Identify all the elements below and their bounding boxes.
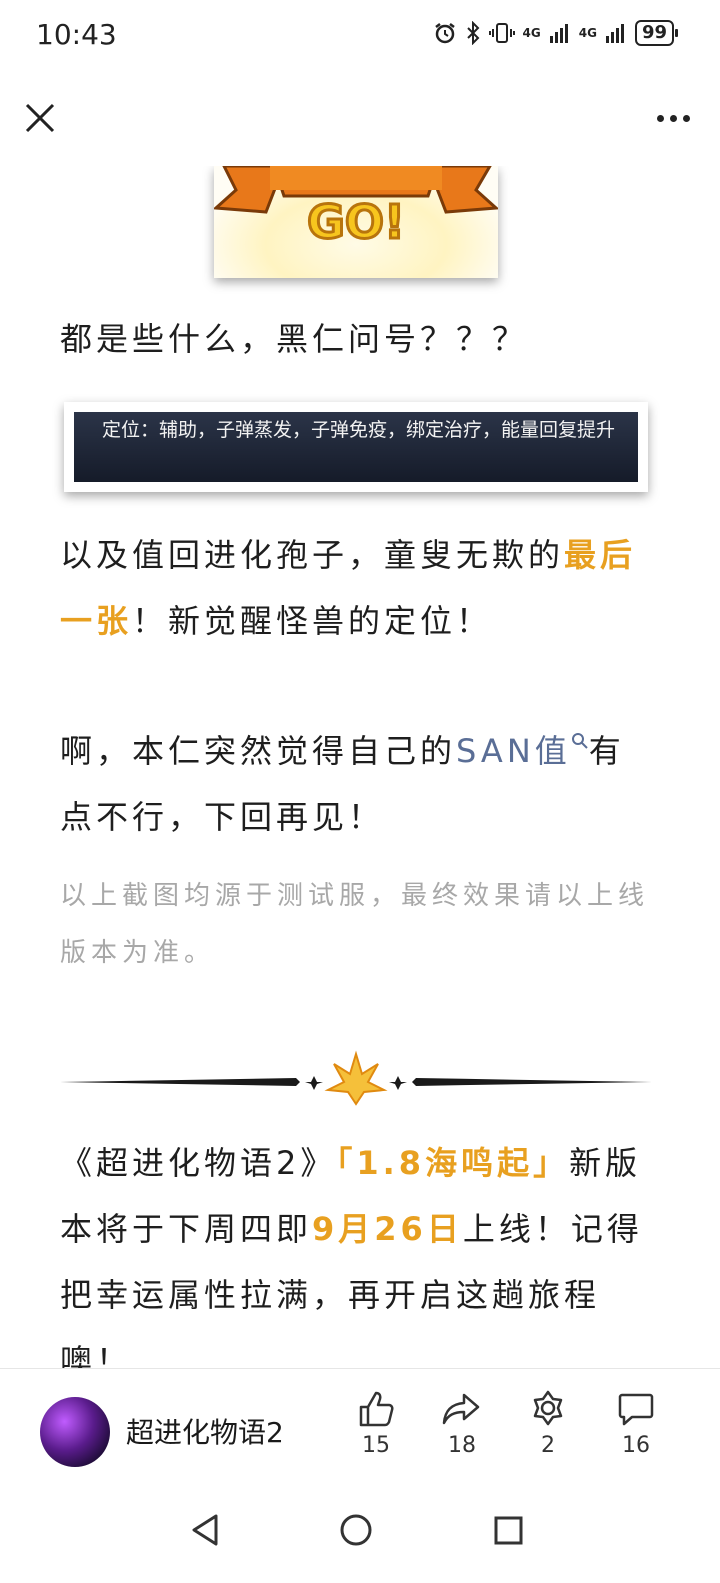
more-button[interactable] [648,98,698,138]
disclaimer-note: 以上截图均源于测试服，最终效果请以上线版本为准。 [60,881,650,968]
highlight-date: 9月26日 [312,1210,463,1248]
share-button[interactable]: 18 [432,1389,492,1458]
close-button[interactable] [20,98,60,138]
highlight-version: 「1.8海鸣起」 [336,1144,570,1182]
bluetooth-icon [466,21,479,45]
paragraph-2: 以及值回进化孢子，童叟无欺的最后一张！新觉醒怪兽的定位！ [60,536,637,640]
like-button[interactable]: 15 [346,1389,406,1458]
close-icon [25,103,55,133]
signal-1-icon [549,24,568,43]
back-button[interactable] [186,1510,226,1550]
comment-button[interactable]: 16 [606,1389,666,1458]
status-bar: 10:43 4G 4G 99 [0,0,720,72]
status-time: 10:43 [36,18,117,51]
award-count: 2 [541,1433,555,1458]
banner-graphic: GO! [212,166,500,251]
decorative-divider [60,1046,652,1106]
share-count: 18 [448,1433,476,1458]
paragraph-1: 都是些什么，黑仁问号？？？ [60,320,529,358]
more-icon [656,114,664,122]
paragraph-3: 啊，本仁突然觉得自己的SAN值 有点不行，下回再见！ [60,732,625,836]
like-count: 15 [362,1433,390,1458]
status-icons: 4G 4G 99 [433,20,679,46]
sparkle-divider-icon [60,1050,652,1106]
account-name[interactable]: 超进化物语2 [126,1411,284,1451]
recents-button[interactable] [488,1510,528,1550]
article-content: GO! 都是些什么，黑仁问号？？？ 定位：辅助，子弹蒸发，子弹免疫，绑定治疗，能… [0,166,720,1368]
battery-indicator: 99 [634,20,679,46]
comment-icon [618,1393,654,1426]
share-icon [442,1393,480,1425]
signal-1-label: 4G [522,26,541,40]
comment-count: 16 [622,1433,650,1458]
skill-tooltip-text: 定位：辅助，子弹蒸发，子弹免疫，绑定治疗，能量回复提升 [74,412,638,482]
avatar[interactable] [40,1397,110,1467]
back-icon [192,1514,218,1546]
home-icon [340,1514,372,1546]
alarm-icon [434,23,455,44]
recents-icon [494,1516,523,1545]
award-button[interactable]: 2 [518,1389,578,1458]
vibrate-icon [488,23,515,43]
system-navigation-bar [0,1488,720,1583]
banner-text: GO! [307,195,405,249]
top-nav [0,72,720,166]
award-icon [533,1390,563,1426]
signal-2-label: 4G [578,26,597,40]
paragraph-4: 《超进化物语2》「1.8海鸣起」新版本将于下周四即9月26日上线！记得把幸运属性… [60,1144,643,1368]
signal-2-icon [605,24,624,43]
search-icon[interactable] [571,732,589,750]
banner-image: GO! [212,166,500,278]
bottom-action-bar: 超进化物语2 15 18 2 16 [0,1368,720,1489]
san-value-link[interactable]: SAN值 [456,732,571,770]
skill-tooltip-image: 定位：辅助，子弹蒸发，子弹免疫，绑定治疗，能量回复提升 [64,402,648,492]
like-icon [359,1391,394,1427]
home-button[interactable] [336,1510,376,1550]
